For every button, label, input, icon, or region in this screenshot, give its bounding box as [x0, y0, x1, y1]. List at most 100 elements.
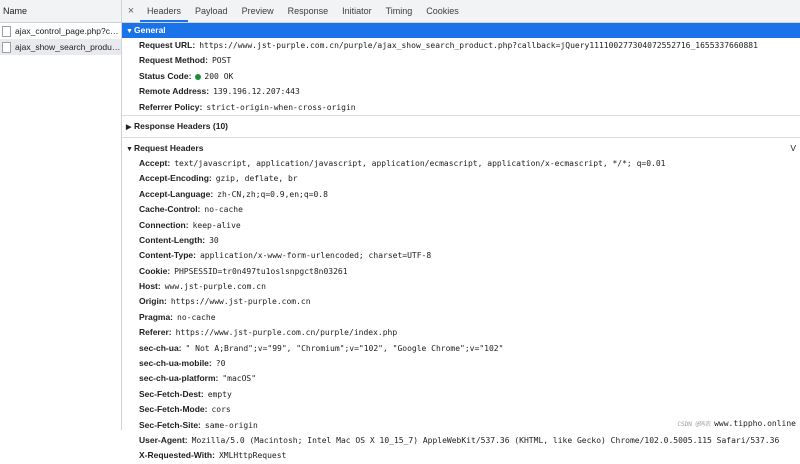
header-value: strict-origin-when-cross-origin — [206, 102, 356, 112]
request-header-row: Cache-Control: no-cache — [122, 202, 800, 217]
general-row-remote-address: Remote Address: 139.196.12.207:443 — [122, 84, 800, 99]
request-header-row: Referer: https://www.jst-purple.com.cn/pu… — [122, 325, 800, 340]
header-value: "macOS" — [222, 374, 257, 384]
header-key: Accept-Encoding: — [139, 173, 212, 184]
watermark-small: CSDN @码农 — [677, 421, 712, 428]
header-key: Accept: — [139, 157, 171, 168]
header-key: Content-Length: — [139, 234, 206, 245]
header-key: Origin: — [139, 296, 167, 307]
request-header-row: sec-ch-ua-mobile: ?0 — [122, 356, 800, 371]
tab-payload[interactable]: Payload — [188, 0, 235, 22]
header-value: PHPSESSID=tr0n497tu1oslsnpgct8n03261 — [174, 266, 348, 276]
tab-response[interactable]: Response — [281, 0, 336, 22]
header-value: ?0 — [215, 359, 226, 369]
watermark: CSDN @码农 www.tippho.online — [677, 419, 796, 428]
request-list-panel: Name ajax_control_page.php?call… ajax_sh… — [0, 0, 122, 430]
request-header-row: Content-Type: application/x-www-form-urle… — [122, 248, 800, 263]
header-value: zh-CN,zh;q=0.9,en;q=0.8 — [217, 189, 328, 199]
response-headers-section-header[interactable]: ▶ Response Headers (10) — [122, 119, 800, 134]
tab-timing[interactable]: Timing — [379, 0, 420, 22]
triangle-down-icon: ▼ — [126, 145, 133, 153]
header-value: XMLHttpRequest — [218, 451, 287, 461]
header-value: gzip, deflate, br — [215, 174, 298, 184]
header-key: Status Code: — [139, 70, 192, 81]
header-value: same-origin — [204, 420, 258, 430]
triangle-down-icon: ▼ — [126, 28, 133, 35]
request-name: ajax_control_page.php?call… — [15, 26, 121, 36]
detail-tabs: × Headers Payload Preview Response Initi… — [122, 0, 800, 23]
header-value: 139.196.12.207:443 — [213, 87, 300, 97]
section-divider — [122, 136, 800, 138]
header-value: https://www.jst-purple.com.cn/purple/aja… — [199, 41, 758, 50]
document-icon — [2, 41, 11, 53]
tab-initiator[interactable]: Initiator — [335, 0, 379, 22]
general-row-request-method: Request Method: POST — [122, 53, 800, 68]
header-key: Referrer Policy: — [139, 101, 203, 112]
header-key: Accept-Language: — [139, 188, 214, 199]
header-key: Sec-Fetch-Mode: — [139, 404, 208, 415]
header-key: Referer: — [139, 327, 172, 338]
header-key: Request Method: — [139, 55, 208, 66]
header-key: Host: — [139, 281, 161, 292]
request-headers-list: Accept: text/javascript, application/java… — [122, 156, 800, 464]
response-headers-title: Response Headers (10) — [134, 120, 229, 131]
status-ok-icon — [195, 73, 202, 80]
header-key: Sec-Fetch-Site: — [139, 419, 201, 430]
header-value: no-cache — [177, 312, 216, 322]
request-item-selected[interactable]: ajax_show_search_product… — [0, 39, 121, 55]
tab-cookies[interactable]: Cookies — [419, 0, 466, 22]
request-header-row: Connection: keep-alive — [122, 218, 800, 233]
header-value: keep-alive — [192, 220, 241, 230]
general-row-referrer-policy: Referrer Policy: strict-origin-when-cross… — [122, 100, 800, 115]
name-column-header[interactable]: Name — [0, 0, 121, 23]
watermark-text: www.tippho.online — [714, 419, 796, 428]
header-value: www.jst-purple.com.cn — [164, 282, 266, 292]
header-value: application/x-www-form-urlencoded; chars… — [199, 251, 432, 261]
request-header-row: X-Requested-With: XMLHttpRequest — [122, 448, 800, 463]
request-header-row: Pragma: no-cache — [122, 310, 800, 325]
tab-preview[interactable]: Preview — [235, 0, 281, 22]
request-header-row: Host: www.jst-purple.com.cn — [122, 279, 800, 294]
request-name: ajax_show_search_product… — [15, 42, 121, 52]
document-icon — [2, 25, 11, 37]
header-key: Pragma: — [139, 311, 174, 322]
request-header-row: Cookie: PHPSESSID=tr0n497tu1oslsnpgct8n03… — [122, 264, 800, 279]
header-value: 30 — [209, 235, 219, 245]
header-key: Remote Address: — [139, 86, 210, 97]
request-header-row: Accept-Language: zh-CN,zh;q=0.9,en;q=0.8 — [122, 187, 800, 202]
general-row-request-url: Request URL: https://www.jst-purple.com.c… — [122, 38, 800, 53]
header-value: no-cache — [204, 205, 243, 215]
header-value: cors — [211, 405, 231, 415]
request-details-panel: × Headers Payload Preview Response Initi… — [122, 0, 800, 460]
header-value: https://www.jst-purple.com.cn — [170, 297, 311, 307]
view-source-link[interactable]: V — [790, 141, 796, 156]
section-divider — [122, 114, 800, 116]
header-value: text/javascript, application/javascript,… — [174, 158, 666, 168]
header-key: Cookie: — [139, 265, 171, 276]
triangle-right-icon: ▶ — [126, 123, 132, 131]
header-key: Connection: — [139, 219, 189, 230]
general-row-status-code: Status Code: 200 OK — [122, 69, 800, 84]
header-key: User-Agent: — [139, 434, 188, 445]
request-headers-title: Request Headers — [134, 142, 204, 153]
request-header-row: sec-ch-ua-platform: "macOS" — [122, 371, 800, 386]
general-title: General — [134, 25, 166, 35]
header-key: sec-ch-ua: — [139, 342, 182, 353]
request-header-row: Sec-Fetch-Mode: cors — [122, 402, 800, 417]
request-item[interactable]: ajax_control_page.php?call… — [0, 23, 121, 39]
request-header-row: Accept-Encoding: gzip, deflate, br — [122, 171, 800, 186]
close-icon[interactable]: × — [122, 5, 140, 17]
tab-headers[interactable]: Headers — [140, 0, 189, 22]
request-header-row: Sec-Fetch-Dest: empty — [122, 387, 800, 402]
header-key: Cache-Control: — [139, 204, 201, 215]
header-value: " Not A;Brand";v="99", "Chromium";v="102… — [185, 343, 504, 353]
header-value: https://www.jst-purple.com.cn/purple/ind… — [175, 328, 398, 338]
request-header-row: Origin: https://www.jst-purple.com.cn — [122, 294, 800, 309]
general-section-header[interactable]: ▼General — [122, 23, 800, 38]
request-headers-section-header[interactable]: ▼Request Headers V — [122, 141, 800, 156]
header-key: sec-ch-ua-mobile: — [139, 358, 212, 369]
header-value: Mozilla/5.0 (Macintosh; Intel Mac OS X 1… — [191, 435, 780, 445]
header-value: empty — [207, 389, 232, 399]
header-key: X-Requested-With: — [139, 450, 215, 461]
header-key: sec-ch-ua-platform: — [139, 373, 219, 384]
